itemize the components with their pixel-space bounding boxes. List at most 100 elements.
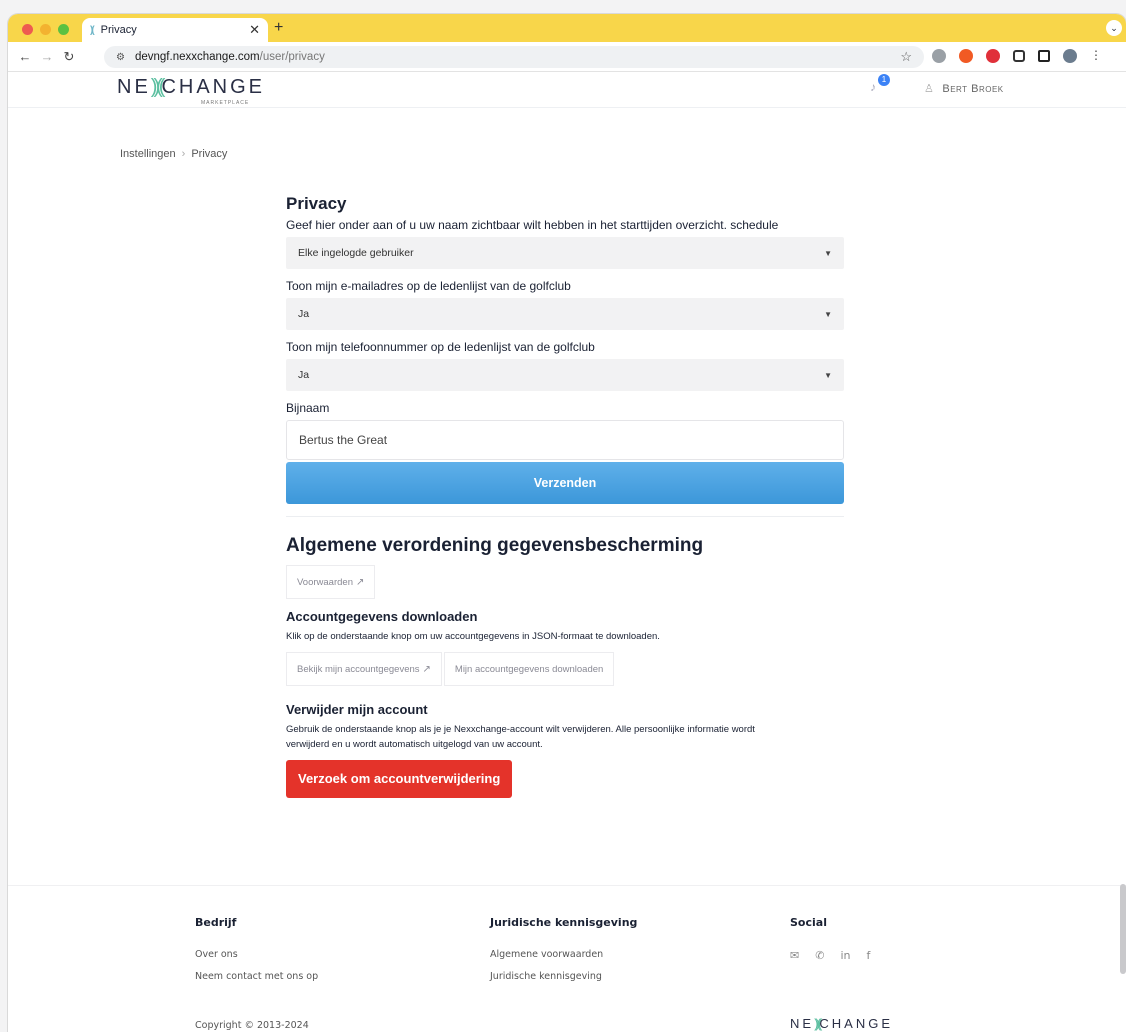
logo-text-left: NE (117, 76, 151, 98)
address-bar[interactable]: ⚙ devngf.nexxchange.com/user/privacy ☆ (104, 46, 924, 68)
name-visibility-label: Geef hier onder aan of u uw naam zichtba… (286, 218, 779, 232)
url-path: /user/privacy (259, 51, 325, 63)
footer-company-column: Bedrijf Over ons Neem contact met ons op (195, 916, 318, 993)
site-footer: Bedrijf Over ons Neem contact met ons op… (8, 885, 1126, 1032)
download-title: Accountgegevens downloaden (286, 609, 478, 624)
back-button[interactable]: ← (14, 49, 36, 64)
tab-privacy[interactable]: )( Privacy ✕ (82, 18, 268, 42)
new-tab-button[interactable]: + (274, 19, 283, 37)
footer-social-column: Social ✉ ✆ in f (790, 916, 870, 962)
view-account-data-label: Bekijk mijn accountgegevens (297, 664, 420, 675)
close-window-button[interactable] (22, 24, 33, 35)
footer-social-title: Social (790, 916, 827, 929)
footer-link-about[interactable]: Over ons (195, 949, 318, 960)
tab-title: Privacy (100, 24, 137, 36)
logo-text-right: CHANGE (161, 76, 266, 98)
bell-icon: ♪ (870, 80, 876, 94)
close-tab-icon[interactable]: ✕ (249, 22, 260, 38)
email-visibility-value: Ja (298, 308, 310, 320)
footer-logo: NE))((CHANGE (790, 1016, 893, 1031)
forward-button[interactable]: → (36, 49, 58, 64)
footer-logo-left: NE (790, 1016, 815, 1031)
delete-description-line-1: Gebruik de onderstaande knop als je je N… (286, 724, 755, 735)
window-controls (22, 24, 69, 35)
nickname-input[interactable]: Bertus the Great (286, 420, 844, 460)
social-links: ✉ ✆ in f (790, 949, 870, 962)
user-menu[interactable]: ♙ Bert Broek (924, 82, 1004, 95)
page-scrollbar[interactable] (1120, 884, 1126, 974)
external-link-icon: ↗ (422, 664, 431, 675)
request-account-deletion-button[interactable]: Verzoek om accountverwijdering (286, 760, 513, 798)
bookmark-star-icon[interactable]: ☆ (900, 49, 912, 65)
footer-link-terms[interactable]: Algemene voorwaarden (490, 949, 637, 960)
footer-legal-title: Juridische kennisgeving (490, 916, 638, 929)
site-info-icon[interactable]: ⚙ (116, 52, 125, 63)
delete-title: Verwijder mijn account (286, 702, 428, 717)
caret-down-icon: ▼ (824, 248, 832, 258)
notification-badge: 1 (878, 74, 890, 86)
favicon-icon: )( (90, 24, 94, 36)
phone-icon[interactable]: ✆ (815, 949, 824, 962)
extensions-puzzle-icon[interactable] (1013, 50, 1025, 62)
terms-button-label: Voorwaarden (297, 577, 353, 588)
caret-down-icon: ▼ (824, 309, 832, 319)
footer-legal-column: Juridische kennisgeving Algemene voorwaa… (490, 916, 637, 993)
download-description: Klik op de onderstaande knop om uw accou… (286, 631, 660, 642)
user-icon: ♙ (924, 83, 935, 95)
extension-orange-icon[interactable] (959, 49, 973, 63)
download-buttons: Bekijk mijn accountgegevens ↗ Mijn accoun… (286, 652, 844, 696)
download-account-data-button[interactable]: Mijn accountgegevens downloaden (443, 652, 615, 686)
privacy-form: Privacy Geef hier onder aan of u uw naam… (286, 194, 844, 798)
email-visibility-label: Toon mijn e-mailadres op de ledenlijst v… (286, 279, 571, 293)
submit-button[interactable]: Verzenden (286, 462, 844, 504)
extension-red-icon[interactable] (986, 49, 1000, 63)
page-title: Privacy (286, 194, 347, 213)
site-logo[interactable]: NE))((CHANGE (117, 76, 265, 99)
tab-search-button[interactable]: ⌄ (1106, 20, 1122, 36)
facebook-icon[interactable]: f (866, 949, 870, 962)
delete-description: Gebruik de onderstaande knop als je je N… (286, 722, 844, 752)
logo-subtitle: MARKETPLACE (201, 100, 250, 106)
breadcrumb: Instellingen › Privacy (120, 148, 227, 160)
breadcrumb-current: Privacy (191, 148, 228, 160)
footer-link-contact[interactable]: Neem contact met ons op (195, 971, 318, 982)
browser-menu-icon[interactable]: ⋮ (1090, 49, 1102, 63)
maximize-window-button[interactable] (58, 24, 69, 35)
name-visibility-select[interactable]: Elke ingelogde gebruiker ▼ (286, 237, 844, 269)
extension-globe-icon[interactable] (932, 49, 946, 63)
url-host: devngf.nexxchange.com (134, 51, 260, 63)
reload-button[interactable]: ↻ (58, 49, 80, 65)
footer-logo-right: CHANGE (819, 1016, 894, 1031)
breadcrumb-separator-icon: › (181, 148, 186, 160)
profile-avatar[interactable] (1063, 49, 1077, 63)
notifications-button[interactable]: ♪ 1 (870, 74, 890, 94)
logo-mark: ))(( (150, 76, 166, 98)
gdpr-title: Algemene verordening gegevensbescherming (286, 535, 704, 556)
breadcrumb-settings[interactable]: Instellingen (120, 148, 176, 160)
name-visibility-value: Elke ingelogde gebruiker (298, 247, 414, 259)
phone-visibility-label: Toon mijn telefoonnummer op de ledenlijs… (286, 340, 595, 354)
user-name: Bert Broek (942, 83, 1004, 95)
site-header: NE))((CHANGE MARKETPLACE ♪ 1 ♙ Bert Broek (8, 72, 1126, 108)
browser-window: )( Privacy ✕ + ⌄ ← → ↻ ⚙ devngf.nexxchan… (8, 14, 1126, 1032)
browser-toolbar: ← → ↻ ⚙ devngf.nexxchange.com/user/priva… (8, 42, 1126, 72)
sidepanel-icon[interactable] (1038, 50, 1050, 62)
mail-icon[interactable]: ✉ (790, 949, 799, 962)
tab-strip: )( Privacy ✕ + ⌄ (8, 14, 1126, 42)
extensions-area: ⋮ (932, 49, 1102, 63)
copyright: Copyright © 2013-2024 (195, 1020, 309, 1031)
view-account-data-button[interactable]: Bekijk mijn accountgegevens ↗ (286, 652, 442, 686)
nickname-label: Bijnaam (286, 401, 330, 415)
delete-description-line-2: verwijderd en u wordt automatisch uitgel… (286, 739, 543, 750)
linkedin-icon[interactable]: in (840, 949, 850, 962)
phone-visibility-select[interactable]: Ja ▼ (286, 359, 844, 391)
terms-button[interactable]: Voorwaarden ↗ (286, 565, 376, 599)
external-link-icon: ↗ (355, 577, 365, 588)
caret-down-icon: ▼ (824, 370, 832, 380)
section-divider (286, 516, 844, 517)
phone-visibility-value: Ja (298, 369, 310, 381)
footer-link-legal[interactable]: Juridische kennisgeving (490, 971, 637, 982)
footer-company-title: Bedrijf (195, 916, 237, 929)
email-visibility-select[interactable]: Ja ▼ (286, 298, 844, 330)
minimize-window-button[interactable] (40, 24, 51, 35)
